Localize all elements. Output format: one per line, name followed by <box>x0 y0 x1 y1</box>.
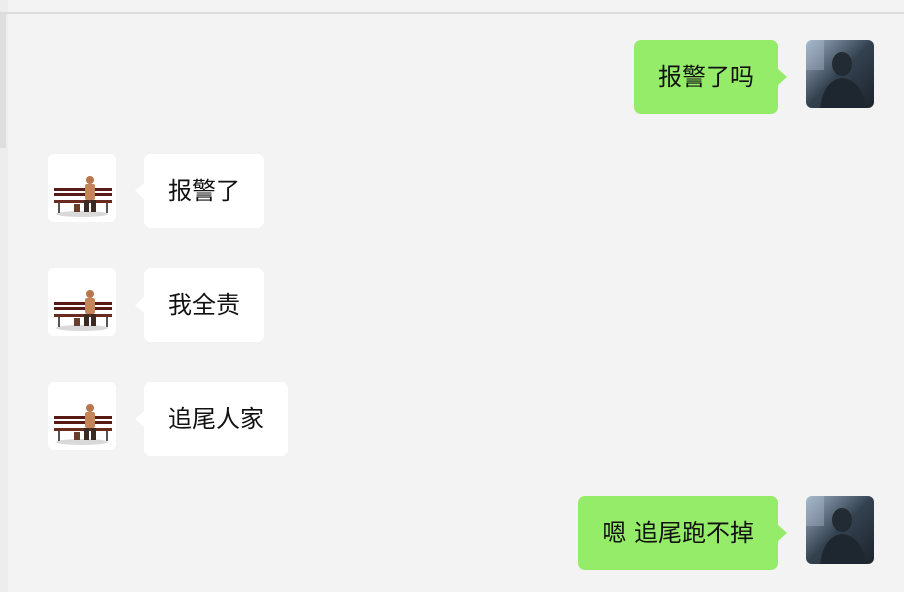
bench-figure-avatar-icon <box>48 154 116 222</box>
message-bubble[interactable]: 追尾人家 <box>135 382 288 456</box>
message-row-other: 报警了 <box>48 154 264 228</box>
message-row-self: 嗯 追尾跑不掉 <box>578 496 874 570</box>
other-avatar[interactable] <box>48 382 116 450</box>
other-avatar[interactable] <box>48 154 116 222</box>
other-avatar[interactable] <box>48 268 116 336</box>
bench-figure-avatar-icon <box>48 268 116 336</box>
self-avatar[interactable] <box>806 496 874 564</box>
message-row-self: 报警了吗 <box>634 40 874 114</box>
message-bubble[interactable]: 我全责 <box>135 268 264 342</box>
scroll-track[interactable] <box>0 14 6 148</box>
dark-photo-avatar-icon <box>806 496 874 564</box>
message-row-other: 追尾人家 <box>48 382 288 456</box>
dark-photo-avatar-icon <box>806 40 874 108</box>
message-row-other: 我全责 <box>48 268 264 342</box>
self-avatar[interactable] <box>806 40 874 108</box>
bench-figure-avatar-icon <box>48 382 116 450</box>
message-bubble[interactable]: 报警了吗 <box>634 40 787 114</box>
message-bubble[interactable]: 嗯 追尾跑不掉 <box>578 496 787 570</box>
header-divider <box>0 12 904 14</box>
message-bubble[interactable]: 报警了 <box>135 154 264 228</box>
